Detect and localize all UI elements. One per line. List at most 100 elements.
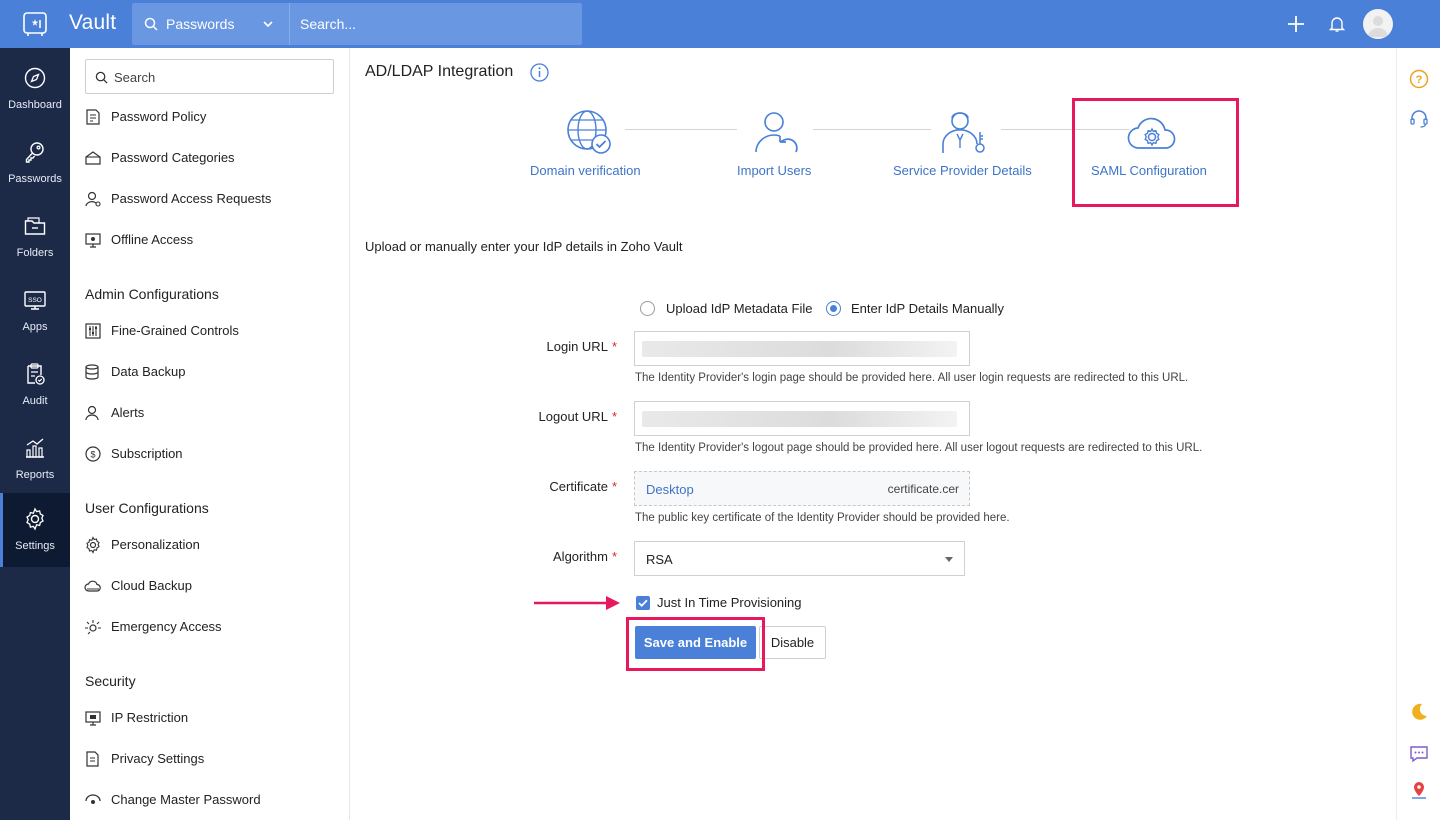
- sso-icon: SSO: [24, 291, 46, 310]
- compass-icon: [24, 67, 46, 89]
- nav-label: Reports: [15, 469, 55, 481]
- field-label-text: Certificate: [549, 479, 608, 494]
- search-scope-dropdown[interactable]: Passwords: [132, 3, 290, 45]
- step-label: Domain verification: [530, 163, 641, 178]
- user-avatar[interactable]: [1363, 9, 1393, 39]
- nav-settings[interactable]: Settings: [0, 493, 70, 567]
- app-name: Vault: [69, 11, 117, 34]
- access-request-icon: [85, 191, 101, 207]
- algorithm-value: RSA: [646, 552, 673, 567]
- nav-folders[interactable]: Folders: [0, 200, 70, 274]
- nav-dashboard[interactable]: Dashboard: [0, 52, 70, 126]
- sidebar-item-label: Change Master Password: [111, 792, 261, 807]
- saml-step-highlight: [1072, 98, 1239, 207]
- avatar-icon: [1368, 16, 1388, 37]
- nav-passwords[interactable]: Passwords: [0, 126, 70, 200]
- step-connector: [813, 129, 931, 130]
- login-url-input[interactable]: [634, 331, 970, 366]
- step-label: Import Users: [737, 163, 812, 178]
- sidebar-search-input[interactable]: [114, 68, 324, 86]
- dark-mode-moon-icon[interactable]: [1409, 702, 1429, 722]
- vault-logo-icon[interactable]: [22, 11, 48, 37]
- disable-button[interactable]: Disable: [759, 626, 826, 659]
- sidebar-section-user-configurations: User Configurations: [85, 500, 209, 516]
- add-icon[interactable]: [1287, 15, 1305, 33]
- folder-icon: [24, 217, 46, 235]
- redacted-value: [642, 341, 957, 357]
- help-icon[interactable]: ?: [1409, 69, 1429, 89]
- logout-url-input[interactable]: [634, 401, 970, 436]
- sidebar-item-label: Subscription: [111, 446, 183, 461]
- radio-upload-metadata[interactable]: [640, 301, 655, 316]
- nav-label: Dashboard: [8, 99, 62, 111]
- sidebar-item-label: Alerts: [111, 405, 145, 420]
- policy-icon: [86, 109, 100, 125]
- required-mark: *: [611, 339, 617, 354]
- right-utility-rail: ?: [1396, 48, 1440, 820]
- nav-label: Apps: [22, 321, 48, 333]
- certificate-upload[interactable]: Desktop certificate.cer: [634, 471, 970, 506]
- radio-enter-manually[interactable]: [826, 301, 841, 316]
- main-content: AD/LDAP Integration Domain verification …: [351, 48, 1396, 820]
- nav-label: Folders: [16, 247, 54, 259]
- redacted-value: [642, 411, 957, 427]
- caret-down-icon: [945, 557, 953, 562]
- sidebar-item-label: Data Backup: [111, 364, 186, 379]
- top-bar: Vault Passwords: [0, 0, 1440, 48]
- primary-navigation: Dashboard Passwords Folders SSO Apps Aud…: [0, 48, 70, 820]
- algorithm-select[interactable]: RSA: [634, 541, 965, 576]
- chevron-down-icon: [263, 21, 273, 28]
- required-mark: *: [611, 479, 617, 494]
- certificate-label: Certificate *: [477, 479, 617, 494]
- jit-checkbox[interactable]: [636, 596, 650, 610]
- sidebar-search: [85, 59, 334, 94]
- notification-bell-icon[interactable]: [1328, 15, 1346, 33]
- svg-text:$: $: [90, 450, 95, 460]
- location-pin-icon[interactable]: [1409, 780, 1429, 800]
- key-icon: [25, 142, 44, 163]
- nav-apps[interactable]: SSO Apps: [0, 274, 70, 348]
- gear-icon: [86, 536, 100, 554]
- step-label: Service Provider Details: [893, 163, 1032, 178]
- nav-label: Settings: [15, 540, 55, 552]
- save-button-highlight: [626, 617, 765, 671]
- check-icon: [638, 599, 648, 607]
- sidebar-item-label: Password Categories: [111, 150, 235, 165]
- provider-icon: [942, 112, 985, 153]
- step-connector: [625, 129, 737, 130]
- certificate-hint: The public key certificate of the Identi…: [635, 512, 1010, 524]
- sidebar-section-admin-configurations: Admin Configurations: [85, 286, 219, 302]
- sidebar-section-security: Security: [85, 673, 136, 689]
- emergency-icon: [85, 620, 101, 635]
- settings-sidebar: Password Policy Password Categories Pass…: [70, 48, 350, 820]
- field-label-text: Algorithm: [553, 549, 608, 564]
- offline-icon: [85, 233, 101, 248]
- certificate-desktop-button[interactable]: Desktop: [646, 482, 694, 497]
- nav-reports[interactable]: Reports: [0, 422, 70, 496]
- sidebar-item-label: IP Restriction: [111, 710, 189, 725]
- sidebar-item-label: Personalization: [111, 537, 200, 552]
- info-icon[interactable]: [530, 63, 549, 82]
- field-label-text: Logout URL: [538, 409, 608, 424]
- search-icon: [95, 71, 108, 84]
- globe-check-icon: [567, 110, 611, 154]
- document-icon: [86, 751, 99, 767]
- nav-label: Audit: [22, 395, 48, 407]
- algorithm-label: Algorithm *: [477, 549, 617, 564]
- nav-audit[interactable]: Audit: [0, 348, 70, 422]
- svg-text:?: ?: [1416, 74, 1423, 86]
- logout-url-label: Logout URL *: [477, 409, 617, 424]
- global-search: Passwords: [132, 3, 582, 45]
- jit-label: Just In Time Provisioning: [657, 595, 802, 610]
- support-headset-icon[interactable]: [1409, 109, 1429, 129]
- alert-user-icon: [85, 405, 99, 421]
- sidebar-item-label: Password Policy: [111, 109, 207, 124]
- logout-url-hint: The Identity Provider's logout page shou…: [635, 442, 1203, 454]
- radio-label: Upload IdP Metadata File: [666, 301, 813, 316]
- sliders-icon: [85, 323, 101, 339]
- chat-icon[interactable]: [1409, 744, 1429, 764]
- global-search-input[interactable]: [300, 13, 570, 35]
- user-import-icon: [755, 112, 798, 153]
- login-url-hint: The Identity Provider's login page shoul…: [635, 372, 1189, 384]
- certificate-file-name: certificate.cer: [887, 482, 959, 496]
